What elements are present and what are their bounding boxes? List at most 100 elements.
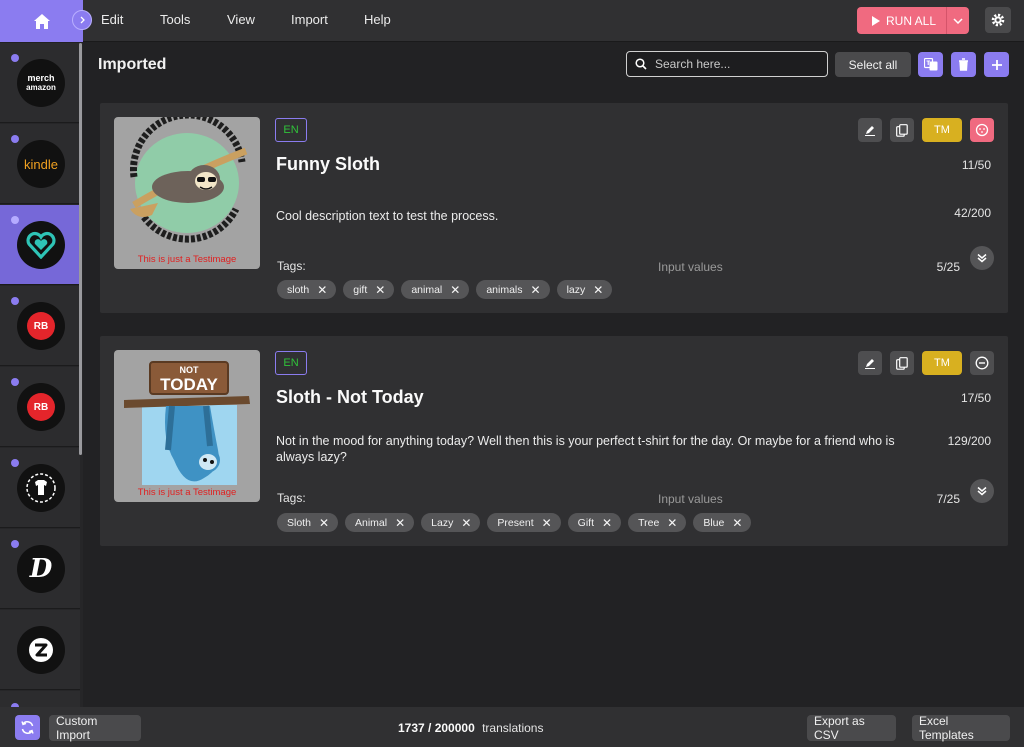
tag-chip[interactable]: lazy ✕ [556,280,613,299]
product-image[interactable]: NOT TODAY This is just a Testimage [114,350,260,502]
delete-button[interactable] [951,52,976,77]
pencil-icon [865,359,875,369]
expand-button[interactable] [970,479,994,503]
title-char-count: 11/50 [961,158,991,172]
settings-button[interactable] [985,7,1011,33]
tag-chip[interactable]: Lazy ✕ [421,513,481,532]
sync-icon [21,720,34,735]
run-all-dropdown[interactable] [946,7,969,34]
image-caption: This is just a Testimage [137,254,237,265]
run-all-button[interactable]: RUN ALL [857,7,946,34]
merch-amazon-logo: merch amazon [17,59,65,107]
remove-tag-icon[interactable]: ✕ [602,517,612,529]
tag-chip[interactable]: Tree ✕ [628,513,687,532]
product-title[interactable]: Sloth - Not Today [276,387,424,408]
logo-text: merch [27,73,55,83]
redbubble-logo: RB [17,302,65,350]
status-button[interactable] [970,351,994,375]
tag-label: animal [411,283,443,296]
menu-help[interactable]: Help [364,12,391,27]
sidebar-item-heart-platform[interactable] [0,205,80,285]
product-description[interactable]: Cool description text to test the proces… [276,208,926,224]
remove-tag-icon[interactable]: ✕ [319,517,329,529]
sidebar-item-redbubble-1[interactable]: RB [0,286,80,366]
heart-logo-icon [26,231,56,259]
sloth-design-illustration [130,117,248,243]
translate-icon [923,58,937,71]
logo-text: D [29,554,53,584]
kindle-logo: kindle [17,140,65,188]
tag-chip[interactable]: Animal ✕ [345,513,415,532]
remove-tag-icon[interactable]: ✕ [667,517,677,529]
export-csv-button[interactable]: Export as CSV [807,714,896,742]
sidebar-item-shirt-platform[interactable] [0,448,80,528]
remove-tag-icon[interactable]: ✕ [450,284,460,296]
custom-import-button[interactable]: Custom Import [49,714,141,742]
product-description[interactable]: Not in the mood for anything today? Well… [276,433,926,465]
collapse-sidebar-button[interactable] [72,10,92,30]
sync-import-button[interactable] [15,715,40,740]
remove-tag-icon[interactable]: ✕ [317,284,327,296]
tag-label: gift [353,283,368,296]
sidebar-scrollbar[interactable] [79,43,82,455]
status-button[interactable] [970,118,994,142]
edit-button[interactable] [858,351,882,375]
remove-tag-icon[interactable]: ✕ [542,517,552,529]
menu-view[interactable]: View [227,12,255,27]
input-values-label[interactable]: Input values [658,260,723,274]
sidebar-item-more[interactable] [0,691,80,707]
title-char-count: 17/50 [960,391,991,405]
search-icon [635,58,647,70]
logo-text: kindle [24,156,58,172]
design-text-not: NOT [180,365,200,375]
trademark-check-button[interactable]: TM [922,118,962,142]
tag-label: Gift [577,516,595,529]
remove-tag-icon[interactable]: ✕ [732,517,742,529]
menu-edit[interactable]: Edit [101,12,123,27]
copy-button[interactable] [890,118,914,142]
tag-chip[interactable]: animals ✕ [476,280,550,299]
home-button[interactable] [0,0,83,42]
tag-chip[interactable]: Blue ✕ [693,513,752,532]
tag-chip[interactable]: sloth ✕ [277,280,337,299]
menu-tools[interactable]: Tools [160,12,190,27]
home-icon [33,13,50,29]
copy-icon [896,356,908,370]
sidebar-item-kindle[interactable]: kindle [0,124,80,204]
translations-used: 1737 / 200000 [398,721,475,735]
language-badge[interactable]: EN [275,118,307,142]
tag-chip[interactable]: Sloth ✕ [277,513,338,532]
tag-label: Tree [638,516,660,529]
product-image[interactable]: This is just a Testimage [114,117,260,269]
tag-chip[interactable]: Gift ✕ [567,513,622,532]
remove-tag-icon[interactable]: ✕ [531,284,541,296]
product-title[interactable]: Funny Sloth [276,154,380,175]
sidebar-item-z-platform[interactable] [0,610,80,690]
menu-import[interactable]: Import [291,12,328,27]
search-box [626,51,828,77]
sidebar-item-d-platform[interactable]: D [0,529,80,609]
add-button[interactable] [984,52,1009,77]
remove-tag-icon[interactable]: ✕ [395,517,405,529]
remove-tag-icon[interactable]: ✕ [461,517,471,529]
remove-tag-icon[interactable]: ✕ [375,284,385,296]
trademark-check-button[interactable]: TM [922,351,962,375]
edit-button[interactable] [858,118,882,142]
redbubble-logo: RB [17,383,65,431]
play-icon [872,15,880,26]
search-input[interactable] [655,57,815,71]
tag-label: Animal [355,516,388,529]
select-all-button[interactable]: Select all [835,52,911,77]
excel-templates-button[interactable]: Excel Templates [912,714,1010,742]
sidebar-item-redbubble-2[interactable]: RB [0,367,80,447]
copy-button[interactable] [890,351,914,375]
language-badge[interactable]: EN [275,351,307,375]
translate-button[interactable] [918,52,943,77]
tag-chip[interactable]: gift ✕ [343,280,395,299]
input-values-label[interactable]: Input values [658,492,723,506]
sidebar-item-merch[interactable]: merch amazon [0,43,80,123]
remove-tag-icon[interactable]: ✕ [593,284,603,296]
tag-chip[interactable]: Present ✕ [487,513,561,532]
tag-chip[interactable]: animal ✕ [401,280,470,299]
expand-button[interactable] [970,246,994,270]
